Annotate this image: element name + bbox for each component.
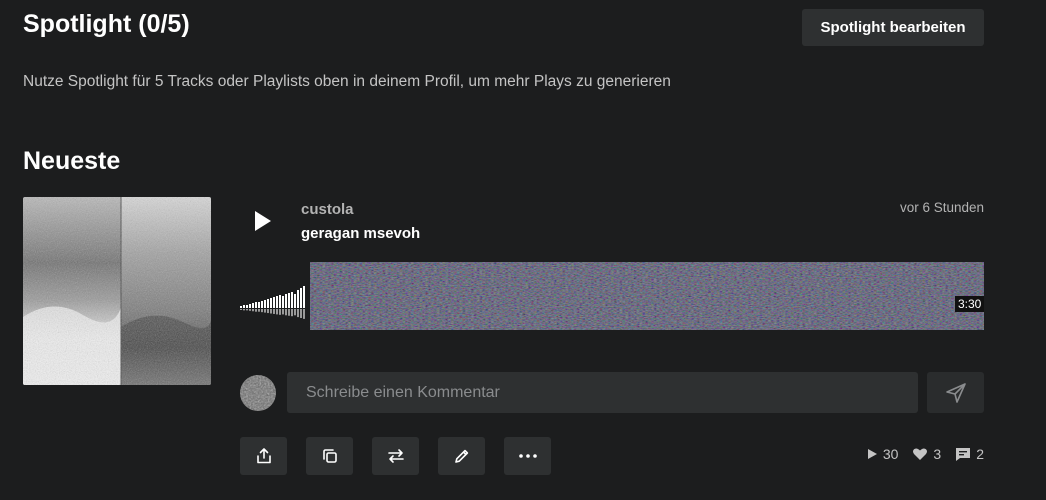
share-icon: [256, 448, 271, 464]
artwork-image: [23, 197, 211, 385]
share-button[interactable]: [240, 437, 287, 475]
comment-icon: [956, 447, 971, 461]
comments-stat: 2: [955, 446, 984, 462]
plays-stat: 30: [867, 446, 899, 462]
play-button[interactable]: [245, 203, 281, 239]
likes-stat: 3: [912, 446, 941, 462]
edit-track-button[interactable]: [438, 437, 485, 475]
comment-input[interactable]: [287, 372, 918, 413]
track-stats: 30 3 2: [867, 446, 984, 462]
spotlight-title: Spotlight (0/5): [23, 10, 190, 38]
plays-icon: [867, 449, 877, 459]
track-duration: 3:30: [955, 296, 985, 312]
pencil-icon: [454, 449, 468, 463]
spotlight-description: Nutze Spotlight für 5 Tracks oder Playli…: [23, 73, 671, 90]
avatar-image: [240, 375, 276, 411]
track-artwork[interactable]: [23, 197, 211, 385]
copy-link-button[interactable]: [306, 437, 353, 475]
repost-icon: [387, 449, 404, 463]
user-avatar: [240, 375, 276, 411]
plays-count: 30: [882, 446, 899, 462]
comments-count: 2: [976, 446, 984, 462]
more-icon: [518, 454, 537, 458]
spotlight-edit-button[interactable]: Spotlight bearbeiten: [802, 9, 984, 46]
likes-count: 3: [933, 446, 942, 462]
heart-icon: [913, 448, 928, 460]
waveform-graphic: [240, 262, 984, 330]
play-icon: [255, 211, 271, 231]
repost-button[interactable]: [372, 437, 419, 475]
track-username[interactable]: custola: [301, 201, 354, 218]
track-posted-time: vor 6 Stunden: [899, 200, 984, 215]
send-comment-button[interactable]: [927, 372, 984, 413]
latest-section-title: Neueste: [23, 147, 121, 175]
track-title[interactable]: geragan msevoh: [301, 225, 420, 242]
copy-icon: [322, 449, 337, 463]
send-icon: [945, 382, 966, 403]
track-waveform[interactable]: [240, 262, 984, 332]
more-options-button[interactable]: [504, 437, 551, 475]
